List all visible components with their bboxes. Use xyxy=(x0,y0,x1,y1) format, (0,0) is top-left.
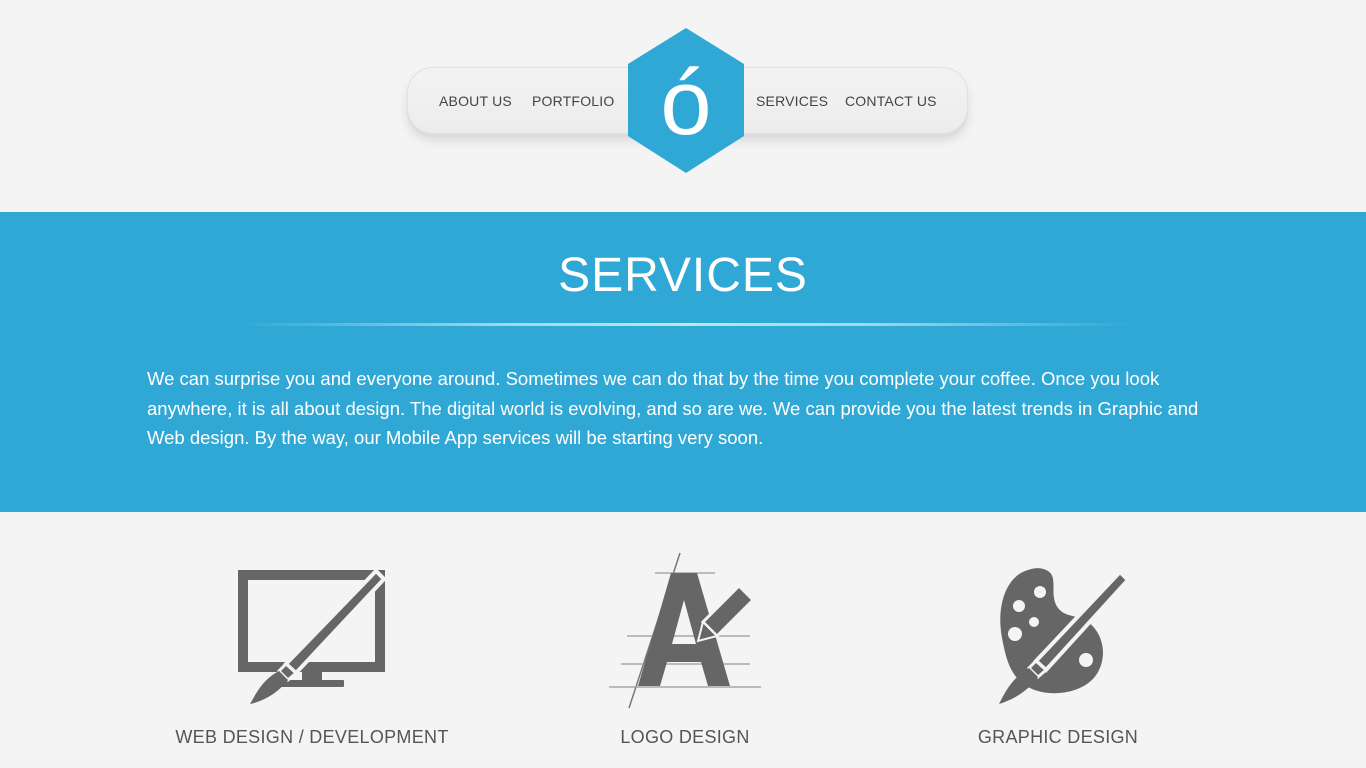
service-label[interactable]: GRAPHIC DESIGN xyxy=(898,726,1218,748)
section-title: SERVICES xyxy=(558,249,808,302)
logo-glyph: ó xyxy=(660,52,711,154)
section-description: We can surprise you and everyone around.… xyxy=(147,368,1199,448)
monitor-brush-icon xyxy=(152,548,472,713)
nav-portfolio[interactable]: PORTFOLIO xyxy=(532,92,614,110)
nav-services[interactable]: SERVICES xyxy=(756,92,828,110)
title-divider xyxy=(240,323,1130,326)
service-graphic-design[interactable]: GRAPHIC DESIGN xyxy=(898,548,1218,758)
service-web-design[interactable]: WEB DESIGN / DEVELOPMENT xyxy=(152,548,472,758)
letter-a-pencil-icon xyxy=(525,548,845,713)
site-header: ABOUT US PORTFOLIO SERVICES CONTACT US ó xyxy=(0,0,1366,212)
service-label[interactable]: WEB DESIGN / DEVELOPMENT xyxy=(152,726,472,748)
nav-about-us[interactable]: ABOUT US xyxy=(439,92,512,110)
hexagon-logo-icon[interactable]: ó xyxy=(628,28,744,173)
nav-contact-us[interactable]: CONTACT US xyxy=(845,92,937,110)
palette-brush-icon xyxy=(898,548,1218,713)
service-label[interactable]: LOGO DESIGN xyxy=(525,726,845,748)
service-logo-design[interactable]: LOGO DESIGN xyxy=(525,548,845,758)
